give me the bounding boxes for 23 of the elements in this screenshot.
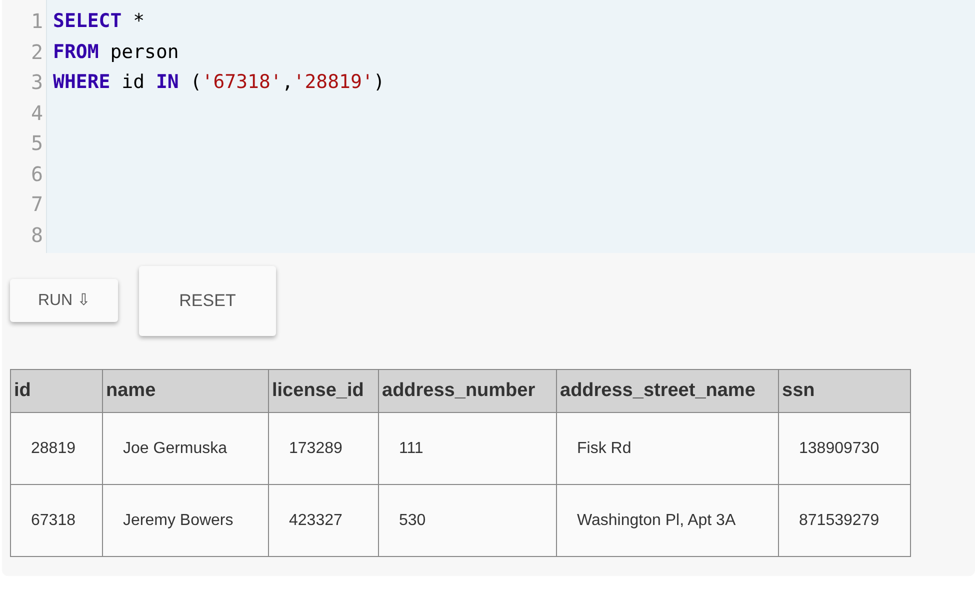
code-line: SELECT * [53, 10, 145, 32]
line-number: 1 [30, 8, 43, 35]
line-number: 2 [30, 38, 43, 66]
line-number: 4 [30, 100, 43, 126]
line-number: 7 [30, 191, 43, 218]
code-line: FROM person [53, 40, 179, 62]
table-cell: 423327 [268, 484, 378, 556]
column-header: id [10, 370, 102, 412]
line-number: 3 [30, 69, 43, 96]
column-header: address_number [378, 370, 556, 412]
code-editor[interactable]: 1 2 3 4 5 6 7 8 SELECT * FROM person WHERE id IN ('67318','28819') [2, 0, 975, 253]
table-cell: 67318 [10, 484, 102, 556]
table-cell: 871539279 [778, 484, 910, 556]
code-line: WHERE id IN ('67318','28819') [53, 71, 385, 93]
table-cell: 530 [378, 484, 556, 556]
line-number: 5 [30, 130, 43, 157]
table-cell: Jeremy Bowers [102, 484, 268, 556]
column-header: address_street_name [556, 370, 778, 412]
line-number: 6 [30, 160, 43, 188]
run-button[interactable]: RUN ⇩ [10, 279, 118, 322]
reset-button[interactable]: RESET [139, 266, 276, 336]
table-cell: Washington Pl, Apt 3A [556, 484, 778, 556]
line-number: 8 [30, 222, 43, 248]
